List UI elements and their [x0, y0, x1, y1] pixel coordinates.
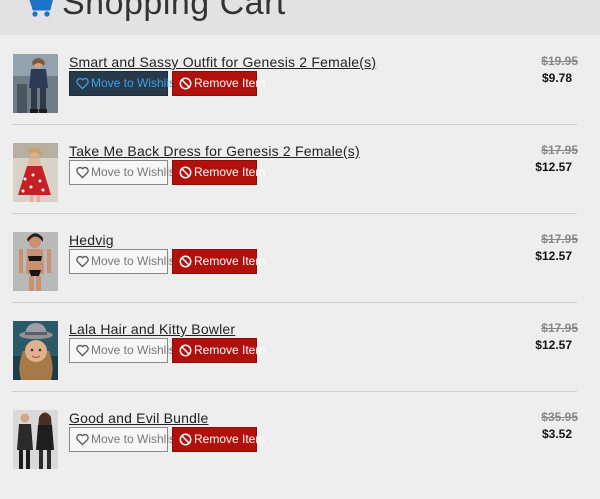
wishlist-button-label: Move to Wishlist	[91, 343, 179, 357]
item-divider	[12, 213, 577, 214]
sale-price: $12.57	[535, 160, 572, 174]
cart-item: Good and Evil Bundle Move to Wishlist Re…	[0, 410, 600, 499]
prohibited-icon	[179, 77, 192, 90]
cart-item: Lala Hair and Kitty Bowler Move to Wishl…	[0, 321, 600, 410]
move-to-wishlist-button[interactable]: Move to Wishlist	[69, 71, 178, 96]
move-to-wishlist-button[interactable]: Move to Wishlist	[69, 338, 178, 363]
original-price: $17.95	[541, 143, 578, 157]
remove-button-label: Remove Item	[194, 165, 266, 179]
heart-icon	[76, 166, 89, 179]
sale-price: $9.78	[541, 71, 572, 85]
item-divider	[12, 302, 577, 303]
heart-icon	[76, 433, 89, 446]
prohibited-icon	[179, 344, 192, 357]
wishlist-button-label: Move to Wishlist	[91, 432, 179, 446]
heart-icon	[76, 77, 89, 90]
remove-button-label: Remove Item	[194, 432, 266, 446]
product-name-link[interactable]: Take Me Back Dress for Genesis 2 Female(…	[69, 143, 360, 159]
sale-price: $3.52	[541, 427, 572, 441]
remove-item-button[interactable]: Remove Item	[172, 249, 265, 274]
prohibited-icon	[179, 433, 192, 446]
remove-button-label: Remove Item	[194, 254, 266, 268]
shopping-cart-icon	[29, 0, 54, 17]
product-name-link[interactable]: Good and Evil Bundle	[69, 410, 208, 426]
move-to-wishlist-button[interactable]: Move to Wishlist	[69, 427, 178, 452]
remove-item-button[interactable]: Remove Item	[172, 427, 265, 452]
cart-item: Take Me Back Dress for Genesis 2 Female(…	[0, 143, 600, 232]
product-thumbnail[interactable]	[13, 232, 58, 291]
product-thumbnail[interactable]	[13, 54, 58, 113]
sale-price: $12.57	[535, 249, 572, 263]
page-title: Shopping Cart	[62, 0, 286, 22]
prohibited-icon	[179, 166, 192, 179]
remove-item-button[interactable]: Remove Item	[172, 338, 265, 363]
product-name-link[interactable]: Lala Hair and Kitty Bowler	[69, 321, 235, 337]
remove-button-label: Remove Item	[194, 343, 266, 357]
remove-button-label: Remove Item	[194, 76, 266, 90]
original-price: $35.95	[541, 410, 578, 424]
item-divider	[12, 391, 577, 392]
prohibited-icon	[179, 255, 192, 268]
sale-price: $12.57	[535, 338, 572, 352]
cart-item: Smart and Sassy Outfit for Genesis 2 Fem…	[0, 54, 600, 143]
original-price: $17.95	[541, 321, 578, 335]
heart-icon	[76, 255, 89, 268]
product-thumbnail[interactable]	[13, 321, 58, 380]
original-price: $19.95	[541, 54, 578, 68]
product-name-link[interactable]: Hedvig	[69, 232, 114, 248]
heart-icon	[76, 344, 89, 357]
wishlist-button-label: Move to Wishlist	[91, 76, 179, 90]
remove-item-button[interactable]: Remove Item	[172, 71, 265, 96]
cart-item: Hedvig Move to Wishlist Remove Item $17.…	[0, 232, 600, 321]
product-thumbnail[interactable]	[13, 143, 58, 202]
wishlist-button-label: Move to Wishlist	[91, 254, 179, 268]
product-name-link[interactable]: Smart and Sassy Outfit for Genesis 2 Fem…	[69, 54, 376, 70]
move-to-wishlist-button[interactable]: Move to Wishlist	[69, 249, 178, 274]
remove-item-button[interactable]: Remove Item	[172, 160, 265, 185]
page-header: Shopping Cart	[0, 0, 600, 35]
original-price: $17.95	[541, 232, 578, 246]
wishlist-button-label: Move to Wishlist	[91, 165, 179, 179]
move-to-wishlist-button[interactable]: Move to Wishlist	[69, 160, 178, 185]
product-thumbnail[interactable]	[13, 410, 58, 469]
item-divider	[12, 124, 577, 125]
